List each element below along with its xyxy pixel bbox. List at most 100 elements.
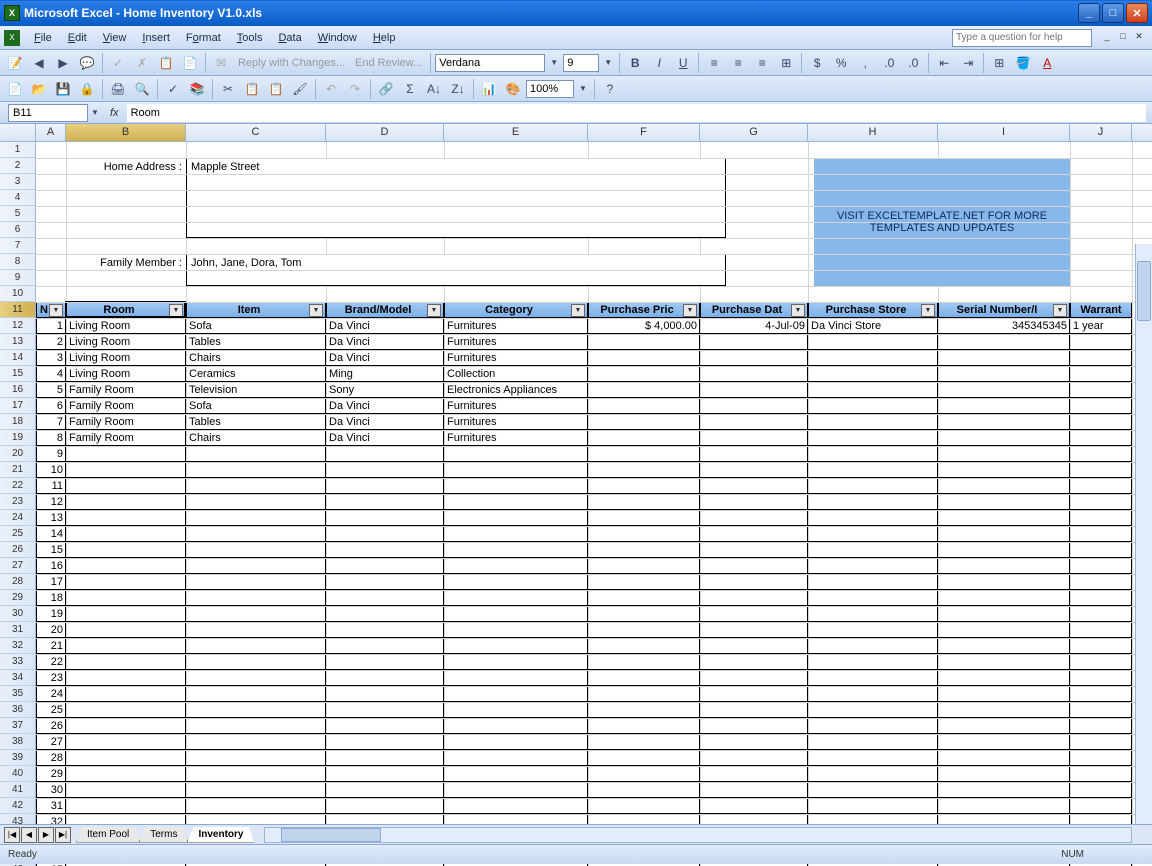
new-comment-icon[interactable]: 📝 [4,52,26,74]
cell-price[interactable] [588,350,700,366]
cell-store[interactable] [808,366,938,382]
row-27[interactable]: 27 [0,558,36,574]
cell-no[interactable]: 12 [36,494,66,510]
formula-input[interactable]: Room [127,104,1146,122]
cell-no[interactable]: 25 [36,702,66,718]
cell-serial[interactable] [938,430,1070,446]
menu-format[interactable]: Format [178,29,229,47]
doc-close-button[interactable]: ✕ [1132,30,1146,42]
filter-warranty[interactable]: Warrant [1070,302,1132,318]
drawing-icon[interactable]: 🎨 [502,78,524,100]
row-2[interactable]: 2 [0,158,36,174]
tab-last-icon[interactable]: ▶| [55,827,71,843]
cell-no[interactable]: 28 [36,750,66,766]
row-23[interactable]: 23 [0,494,36,510]
cell-price[interactable]: $ 4,000.00 [588,318,700,334]
row-34[interactable]: 34 [0,670,36,686]
percent-button[interactable]: % [830,52,852,74]
cell-store[interactable] [808,382,938,398]
row-24[interactable]: 24 [0,510,36,526]
doc-minimize-button[interactable]: _ [1100,30,1114,42]
row-36[interactable]: 36 [0,702,36,718]
tab-terms[interactable]: Terms [139,827,188,843]
cell-no[interactable]: 16 [36,558,66,574]
cell-warranty[interactable] [1070,350,1132,366]
row-37[interactable]: 37 [0,718,36,734]
cell-no[interactable]: 9 [36,446,66,462]
horizontal-scrollbar[interactable] [264,827,1133,843]
cell-no[interactable]: 29 [36,766,66,782]
cell-price[interactable] [588,382,700,398]
row-17[interactable]: 17 [0,398,36,414]
cell-warranty[interactable] [1070,414,1132,430]
maximize-button[interactable]: □ [1102,3,1124,23]
cell-room[interactable]: Living Room [66,350,186,366]
currency-button[interactable]: $ [806,52,828,74]
row-3[interactable]: 3 [0,174,36,190]
col-A[interactable]: A [36,124,66,141]
filter-arrow-icon[interactable]: ▼ [1053,304,1067,317]
cell-category[interactable]: Furnitures [444,318,588,334]
row-20[interactable]: 20 [0,446,36,462]
tab-prev-icon[interactable]: ◀ [21,827,37,843]
font-color-button[interactable]: A [1036,52,1058,74]
zoom-combo[interactable]: 100% [526,80,574,98]
row-4[interactable]: 4 [0,190,36,206]
increase-indent-button[interactable]: ⇥ [957,52,979,74]
cell-item[interactable]: Sofa [186,398,326,414]
cell-serial[interactable] [938,334,1070,350]
help-search-input[interactable] [952,29,1092,47]
cell-no[interactable]: 1 [36,318,66,334]
filter-no[interactable]: N▼ [36,302,66,318]
row-42[interactable]: 42 [0,798,36,814]
open-icon[interactable]: 📂 [28,78,50,100]
cell-price[interactable] [588,334,700,350]
tab-next-icon[interactable]: ▶ [38,827,54,843]
col-E[interactable]: E [444,124,588,141]
filter-arrow-icon[interactable]: ▼ [49,304,63,317]
row-5[interactable]: 5 [0,206,36,222]
name-box[interactable]: B11 [8,104,88,122]
cell-no[interactable]: 15 [36,542,66,558]
cell-room[interactable]: Family Room [66,430,186,446]
align-left-button[interactable]: ≡ [703,52,725,74]
row-15[interactable]: 15 [0,366,36,382]
cell-no[interactable]: 5 [36,382,66,398]
col-H[interactable]: H [808,124,938,141]
row-11[interactable]: 11 [0,302,36,318]
row-26[interactable]: 26 [0,542,36,558]
help-icon[interactable]: ? [599,78,621,100]
cell-item[interactable]: Chairs [186,350,326,366]
menu-help[interactable]: Help [365,29,404,47]
cell-brand[interactable]: Da Vinci [326,414,444,430]
autosum-icon[interactable]: Σ [399,78,421,100]
col-J[interactable]: J [1070,124,1132,141]
row-35[interactable]: 35 [0,686,36,702]
cell-category[interactable]: Collection [444,366,588,382]
cell-no[interactable]: 7 [36,414,66,430]
increase-decimal-button[interactable]: .0 [878,52,900,74]
row-41[interactable]: 41 [0,782,36,798]
cell-brand[interactable]: Ming [326,366,444,382]
cell-store[interactable]: Da Vinci Store [808,318,938,334]
cell-date[interactable] [700,414,808,430]
tab-item-pool[interactable]: Item Pool [76,827,140,843]
row-7[interactable]: 7 [0,238,36,254]
decrease-decimal-button[interactable]: .0 [902,52,924,74]
mail-icon[interactable]: ✉ [210,52,232,74]
paste-icon[interactable]: 📋 [265,78,287,100]
cell-no[interactable]: 18 [36,590,66,606]
col-G[interactable]: G [700,124,808,141]
cell-item[interactable]: Tables [186,414,326,430]
cell-price[interactable] [588,398,700,414]
cell-no[interactable]: 6 [36,398,66,414]
cell-room[interactable]: Family Room [66,398,186,414]
cell-serial[interactable] [938,366,1070,382]
italic-button[interactable]: I [648,52,670,74]
cell-price[interactable] [588,414,700,430]
row-22[interactable]: 22 [0,478,36,494]
hyperlink-icon[interactable]: 🔗 [375,78,397,100]
cell-date[interactable] [700,430,808,446]
preview-icon[interactable]: 🔍 [131,78,153,100]
cell-no[interactable]: 26 [36,718,66,734]
